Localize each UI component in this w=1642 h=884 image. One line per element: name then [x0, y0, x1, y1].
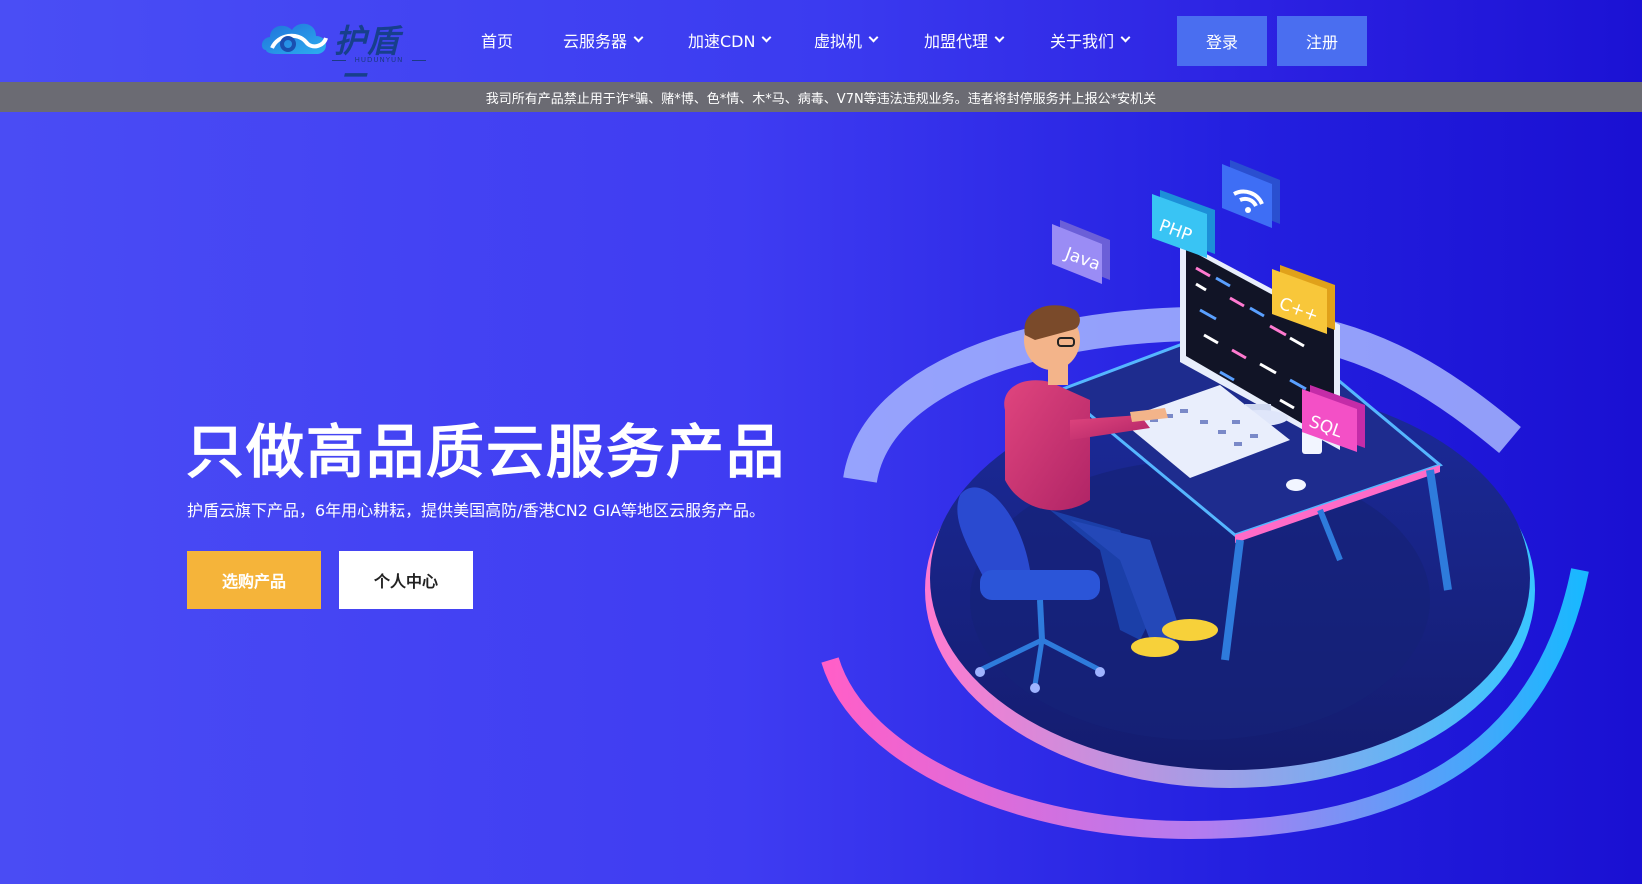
- nav-home-label: 首页: [481, 32, 514, 51]
- chevron-down-icon: [868, 32, 879, 43]
- header: 护盾云 HUDUNYUN 首页 云服务器 加速CDN 虚拟机 加盟代理 关于我们…: [0, 0, 1642, 106]
- nav-about-label: 关于我们: [1050, 32, 1115, 51]
- hero-subtitle: 护盾云旗下产品，6年用心耕耘，提供美国高防/香港CN2 GIA等地区云服务产品。: [187, 501, 766, 520]
- nav-home[interactable]: 首页: [481, 28, 513, 52]
- chevron-down-icon: [1120, 32, 1131, 43]
- nav-cloud-server[interactable]: 云服务器: [563, 28, 644, 52]
- user-center-button[interactable]: 个人中心: [339, 551, 473, 609]
- nav-about[interactable]: 关于我们: [1050, 28, 1131, 52]
- nav-cloud-server-label: 云服务器: [563, 32, 628, 51]
- nav-vm[interactable]: 虚拟机: [814, 28, 879, 52]
- java-badge: Java: [1052, 220, 1110, 284]
- hero-title: 只做高品质云服务产品: [186, 418, 787, 486]
- chevron-down-icon: [994, 32, 1005, 43]
- cloud-logo-icon: [261, 23, 328, 54]
- logo-subtitle: HUDUNYUN: [332, 56, 426, 64]
- php-badge: PHP: [1152, 190, 1215, 258]
- chevron-down-icon: [633, 32, 644, 43]
- buy-products-button[interactable]: 选购产品: [187, 551, 321, 609]
- nav-cdn[interactable]: 加速CDN: [688, 28, 772, 52]
- chevron-down-icon: [762, 32, 772, 43]
- login-button[interactable]: 登录: [1177, 16, 1267, 66]
- register-button[interactable]: 注册: [1277, 16, 1367, 66]
- notice-bar: 我司所有产品禁止用于诈*骗、赌*博、色*情、木*马、病毒、V7N等违法违规业务。…: [0, 82, 1642, 112]
- logo[interactable]: 护盾云 HUDUNYUN: [258, 12, 428, 106]
- nav-agent-label: 加盟代理: [924, 32, 989, 51]
- nav-agent[interactable]: 加盟代理: [924, 28, 1005, 52]
- wifi-badge: [1222, 160, 1280, 228]
- developer-illustration: Java PHP C++ SQL: [821, 160, 1589, 840]
- nav-vm-label: 虚拟机: [814, 32, 863, 51]
- nav-cdn-label: 加速CDN: [688, 32, 756, 51]
